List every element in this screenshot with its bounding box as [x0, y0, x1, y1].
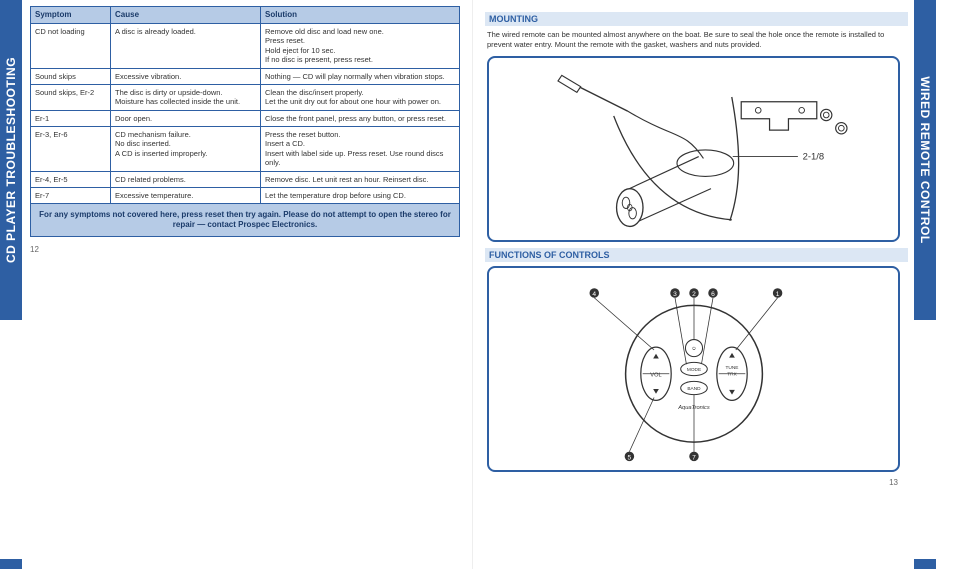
table-cell-symptom: CD not loading	[31, 24, 111, 69]
left-page: Symptom Cause Solution CD not loadingA d…	[22, 0, 472, 569]
table-cell-symptom: Er-7	[31, 187, 111, 203]
svg-text:2: 2	[692, 290, 696, 297]
troubleshooting-table: Symptom Cause Solution CD not loadingA d…	[30, 6, 460, 237]
table-cell-cause: CD mechanism failure. No disc inserted. …	[111, 127, 261, 172]
right-page-number: 13	[485, 478, 908, 487]
svg-text:MODE: MODE	[686, 366, 700, 372]
table-cell-solution: Press the reset button. Insert a CD. Ins…	[261, 127, 460, 172]
table-cell-cause: Excessive vibration.	[111, 68, 261, 84]
table-cell-symptom: Er-3, Er-6	[31, 127, 111, 172]
section-body-mounting: The wired remote can be mounted almost a…	[485, 30, 908, 50]
table-row: Er-1Door open.Close the front panel, pre…	[31, 110, 460, 126]
svg-text:1: 1	[775, 290, 779, 297]
table-cell-symptom: Er-1	[31, 110, 111, 126]
table-cell-solution: Remove disc. Let unit rest an hour. Rein…	[261, 171, 460, 187]
table-footer-note: For any symptoms not covered here, press…	[31, 204, 460, 237]
table-row: Er-3, Er-6CD mechanism failure. No disc …	[31, 127, 460, 172]
table-cell-solution: Remove old disc and load new one. Press …	[261, 24, 460, 69]
table-header-solution: Solution	[261, 7, 460, 24]
svg-text:4: 4	[592, 290, 596, 297]
svg-text:5: 5	[627, 454, 631, 461]
section-title-mounting: MOUNTING	[485, 12, 908, 26]
table-cell-solution: Clean the disc/insert properly. Let the …	[261, 84, 460, 110]
table-cell-cause: Door open.	[111, 110, 261, 126]
table-row: Er-7Excessive temperature.Let the temper…	[31, 187, 460, 203]
table-cell-symptom: Sound skips, Er-2	[31, 84, 111, 110]
controls-diagram: VOL TUNE TRK ⏻ MODE BAND AquaTronics	[487, 266, 900, 472]
svg-text:7: 7	[692, 454, 696, 461]
mounting-diagram: 2-1/8	[487, 56, 900, 242]
table-cell-cause: Excessive temperature.	[111, 187, 261, 203]
table-header-symptom: Symptom	[31, 7, 111, 24]
svg-text:3: 3	[673, 290, 677, 297]
left-spine-title: CD PLAYER TROUBLESHOOTING	[0, 0, 22, 320]
dimension-label: 2-1/8	[802, 151, 824, 162]
table-cell-cause: CD related problems.	[111, 171, 261, 187]
table-cell-solution: Close the front panel, press any button,…	[261, 110, 460, 126]
table-header-cause: Cause	[111, 7, 261, 24]
table-cell-cause: The disc is dirty or upside-down. Moistu…	[111, 84, 261, 110]
right-spine: WIRED REMOTE CONTROL	[914, 0, 936, 569]
left-spine: CD PLAYER TROUBLESHOOTING	[0, 0, 22, 569]
right-spine-title: WIRED REMOTE CONTROL	[914, 0, 936, 320]
table-row: Sound skips, Er-2The disc is dirty or up…	[31, 84, 460, 110]
table-row: Sound skipsExcessive vibration.Nothing —…	[31, 68, 460, 84]
svg-text:AquaTronics: AquaTronics	[677, 404, 710, 410]
svg-text:TUNE: TUNE	[725, 365, 738, 371]
table-row: CD not loadingA disc is already loaded.R…	[31, 24, 460, 69]
svg-text:6: 6	[711, 290, 715, 297]
table-cell-solution: Nothing — CD will play normally when vib…	[261, 68, 460, 84]
section-title-functions: FUNCTIONS OF CONTROLS	[485, 248, 908, 262]
table-cell-cause: A disc is already loaded.	[111, 24, 261, 69]
svg-text:TRK: TRK	[727, 371, 737, 377]
right-page: MOUNTING The wired remote can be mounted…	[472, 0, 914, 569]
table-cell-symptom: Er-4, Er-5	[31, 171, 111, 187]
table-cell-symptom: Sound skips	[31, 68, 111, 84]
table-row: Er-4, Er-5CD related problems.Remove dis…	[31, 171, 460, 187]
table-cell-solution: Let the temperature drop before using CD…	[261, 187, 460, 203]
left-page-number: 12	[30, 245, 460, 254]
svg-text:VOL: VOL	[650, 372, 661, 378]
svg-text:BAND: BAND	[687, 385, 701, 391]
